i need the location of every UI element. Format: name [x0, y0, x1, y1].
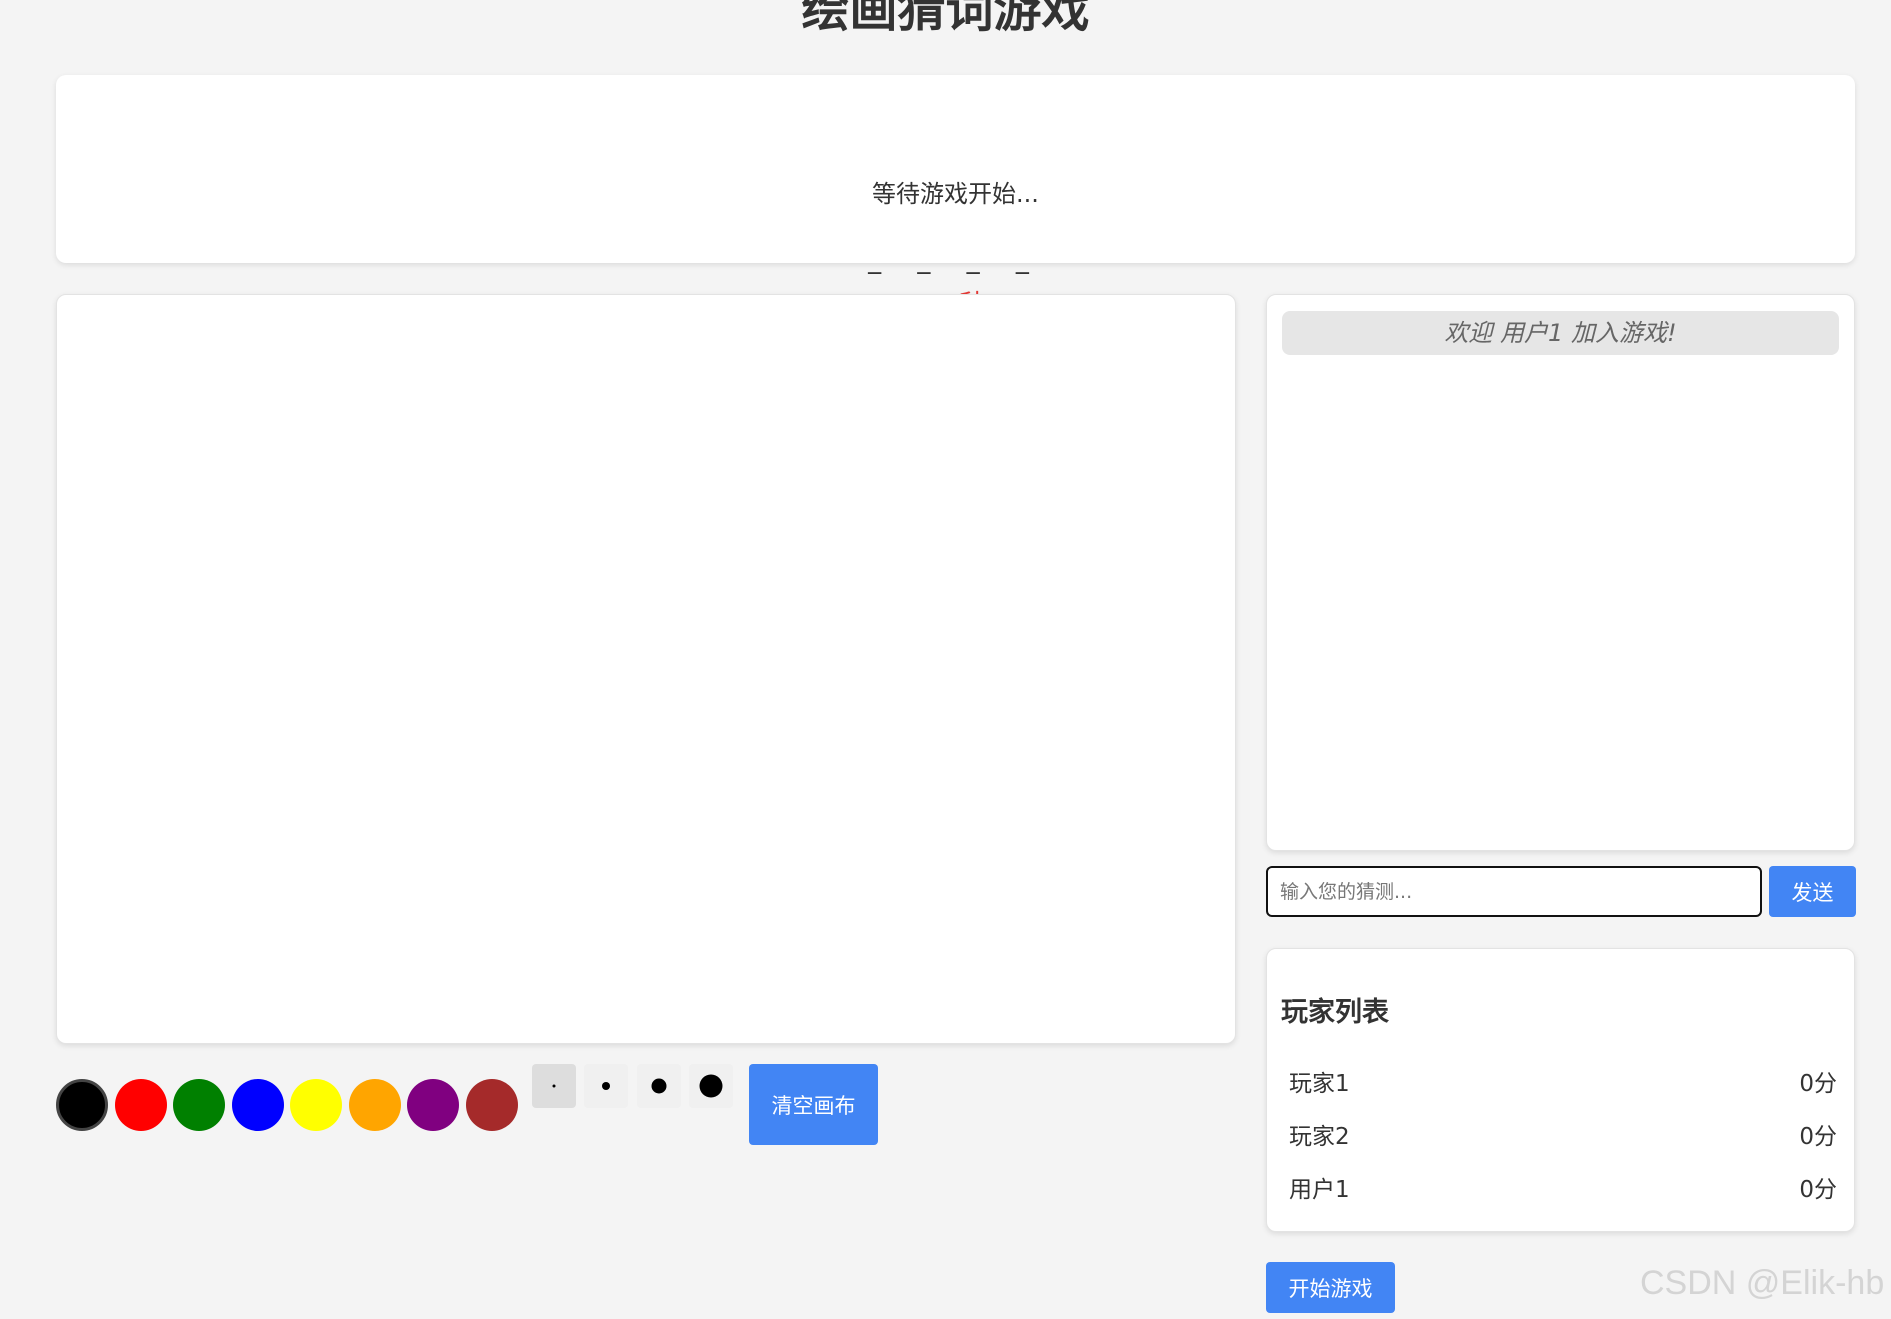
color-swatch-red[interactable]	[115, 1079, 167, 1131]
player-score: 0分	[1799, 1071, 1837, 1097]
player-score: 0分	[1799, 1124, 1837, 1150]
color-swatch-black[interactable]	[56, 1079, 108, 1131]
color-swatch-orange[interactable]	[349, 1079, 401, 1131]
brush-small-dot-icon	[552, 1084, 556, 1088]
word-hint: _ _ _ _	[868, 245, 1043, 275]
player-list-heading: 玩家列表	[1281, 997, 1389, 1028]
player-list-panel: 玩家列表 玩家1 0分 玩家2 0分 用户1 0分	[1266, 948, 1855, 1232]
clear-canvas-button[interactable]: 清空画布	[749, 1064, 878, 1145]
drawing-canvas[interactable]	[56, 294, 1236, 1044]
chat-messages-panel: 欢迎 用户1 加入游戏!	[1266, 294, 1855, 851]
start-game-button[interactable]: 开始游戏	[1266, 1262, 1395, 1313]
brush-size-large-button[interactable]	[637, 1064, 681, 1108]
player-score: 0分	[1799, 1177, 1837, 1203]
guess-input[interactable]	[1266, 866, 1762, 917]
brush-medium-dot-icon	[602, 1082, 610, 1090]
player-row: 玩家1 0分	[1289, 1064, 1837, 1104]
brush-size-medium-button[interactable]	[584, 1064, 628, 1108]
color-swatch-purple[interactable]	[407, 1079, 459, 1131]
brush-size-extra-large-button[interactable]	[689, 1064, 733, 1108]
game-status-panel: 等待游戏开始... _ _ _ _ 60秒	[56, 75, 1855, 321]
send-button[interactable]: 发送	[1769, 866, 1856, 917]
watermark: CSDN @Elik-hb	[1640, 1264, 1885, 1302]
game-status-message: 等待游戏开始...	[872, 180, 1039, 208]
player-name: 玩家2	[1289, 1124, 1350, 1150]
player-name: 用户1	[1289, 1177, 1350, 1203]
color-swatch-green[interactable]	[173, 1079, 225, 1131]
player-row: 用户1 0分	[1289, 1170, 1837, 1210]
color-swatch-yellow[interactable]	[290, 1079, 342, 1131]
brush-size-small-button[interactable]	[532, 1064, 576, 1108]
brush-large-dot-icon	[651, 1078, 667, 1094]
color-swatch-blue[interactable]	[232, 1079, 284, 1131]
brush-extra-large-dot-icon	[699, 1074, 723, 1098]
player-row: 玩家2 0分	[1289, 1117, 1837, 1157]
player-name: 玩家1	[1289, 1071, 1350, 1097]
page-title: 绘画猜词游戏	[801, 0, 1090, 38]
system-message: 欢迎 用户1 加入游戏!	[1282, 311, 1839, 355]
color-swatch-brown[interactable]	[466, 1079, 518, 1131]
